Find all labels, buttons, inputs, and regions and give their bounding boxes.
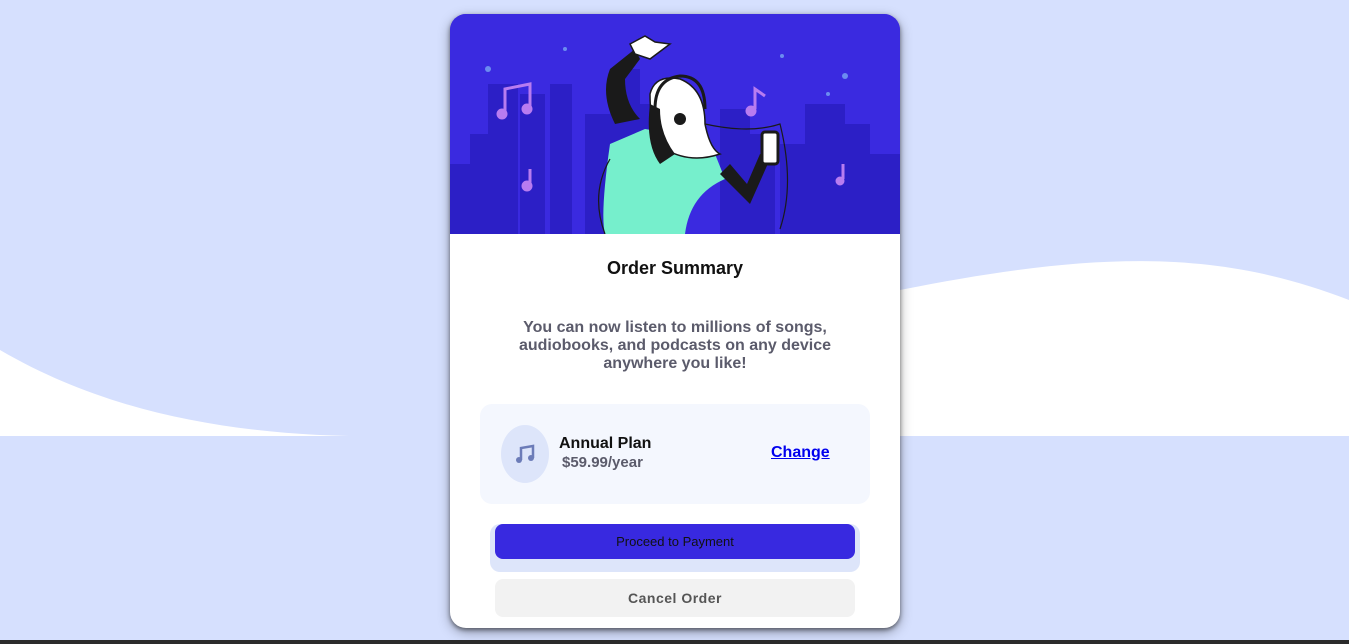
plan-price: $59.99/year xyxy=(562,454,643,471)
plan-name: Annual Plan xyxy=(559,435,652,452)
hero-illustration xyxy=(450,14,900,234)
cancel-order-button[interactable]: Cancel Order xyxy=(495,579,855,617)
music-note-icon xyxy=(501,425,549,483)
proceed-to-payment-button[interactable]: Proceed to Payment xyxy=(495,524,855,559)
description-text: You can now listen to millions of songs,… xyxy=(518,319,832,372)
order-summary-card: Order Summary You can now listen to mill… xyxy=(450,14,900,628)
page-title: Order Summary xyxy=(606,258,744,278)
taskbar-strip xyxy=(0,640,1349,644)
plan-box: Annual Plan $59.99/year Change xyxy=(480,404,870,504)
change-plan-link[interactable]: Change xyxy=(771,444,830,462)
